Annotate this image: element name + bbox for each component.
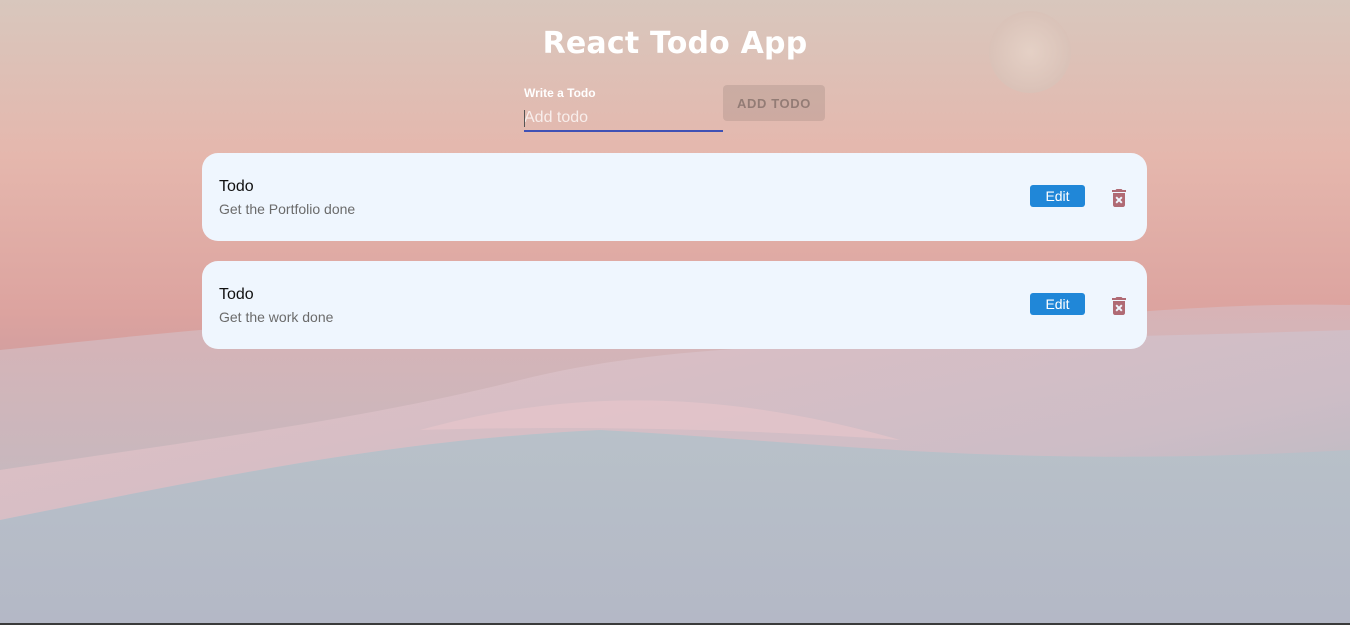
todo-heading: Todo xyxy=(219,178,254,195)
todo-text: Get the Portfolio done xyxy=(219,201,356,217)
todo-card: Todo Get the Portfolio done Edit xyxy=(202,153,1147,241)
todo-input[interactable] xyxy=(524,106,723,132)
add-todo-button[interactable]: ADD TODO xyxy=(723,85,825,121)
todo-text: Get the work done xyxy=(219,309,334,325)
page-title: React Todo App xyxy=(542,26,808,61)
text-cursor xyxy=(524,110,525,127)
todo-app: React Todo App Write a Todo ADD TODO Tod… xyxy=(0,0,1350,625)
todo-card: Todo Get the work done Edit xyxy=(202,261,1147,349)
edit-button[interactable]: Edit xyxy=(1030,185,1085,207)
todo-input-label: Write a Todo xyxy=(524,86,596,100)
todo-input-field: Write a Todo xyxy=(524,84,723,132)
edit-button[interactable]: Edit xyxy=(1030,293,1085,315)
delete-forever-icon[interactable] xyxy=(1107,294,1131,318)
delete-forever-icon[interactable] xyxy=(1107,186,1131,210)
todo-heading: Todo xyxy=(219,286,254,303)
